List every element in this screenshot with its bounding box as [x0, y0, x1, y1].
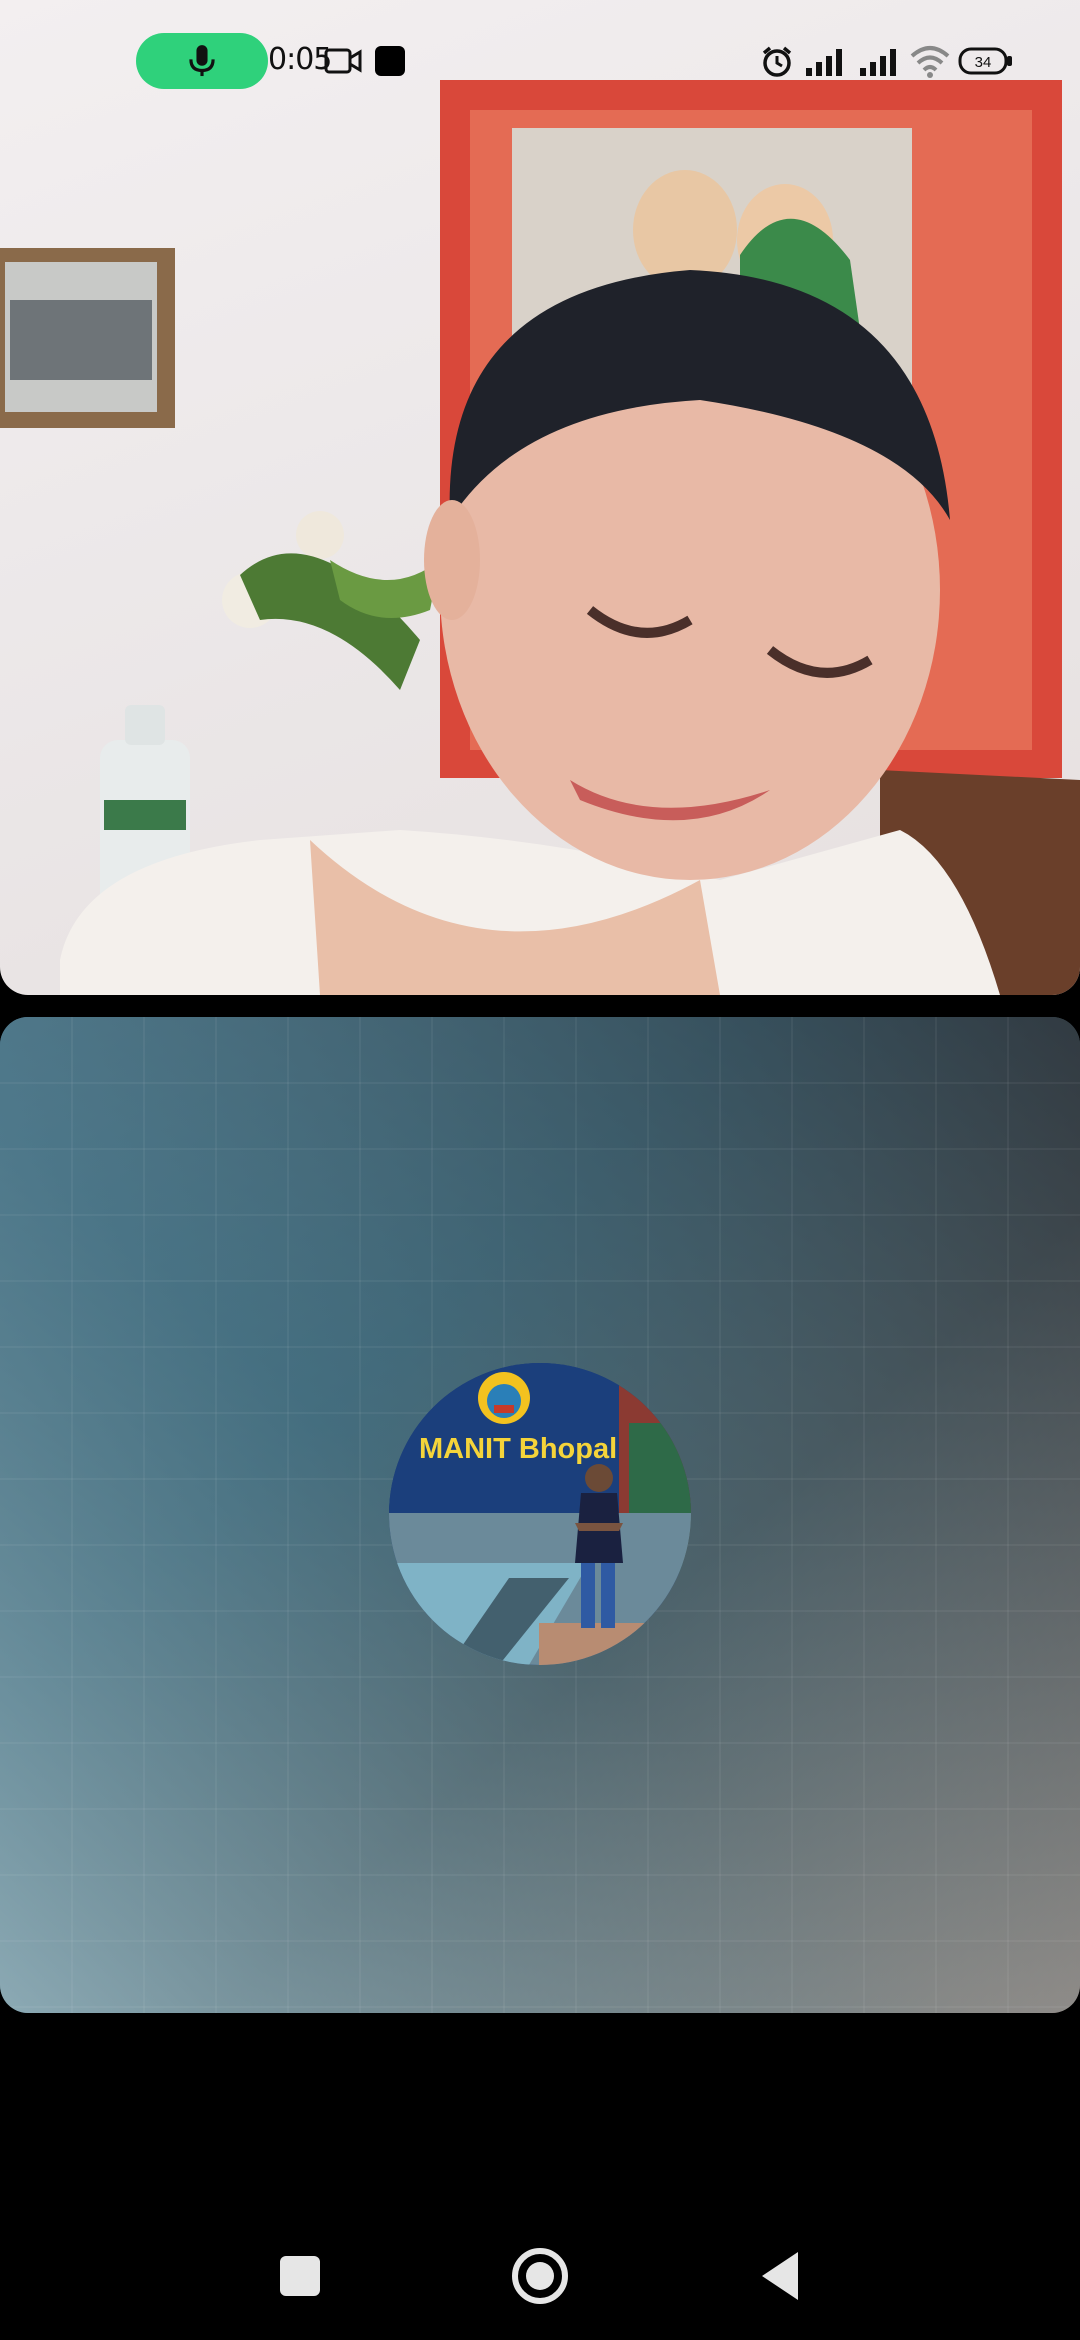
recents-square-icon[interactable]	[278, 2254, 322, 2298]
home-circle-icon[interactable]	[510, 2246, 570, 2306]
signal-icon	[806, 49, 842, 76]
flower-vase	[222, 511, 440, 690]
ongoing-call-pill[interactable]	[136, 33, 268, 89]
battery-icon: 34	[958, 47, 1012, 75]
video-camera-icon	[324, 48, 362, 74]
battery-level: 34	[975, 54, 992, 71]
self-avatar: MANIT Bhopal	[389, 1363, 691, 1665]
remote-video-feed[interactable]	[0, 0, 1080, 995]
navigation-bar	[0, 2200, 1080, 2340]
call-duration: 0:05	[268, 42, 332, 77]
avatar-caption: MANIT Bhopal	[419, 1433, 618, 1465]
signal-icon	[860, 49, 896, 76]
status-bar: 0:05 34	[0, 0, 1080, 120]
avatar-photo	[389, 1363, 691, 1665]
back-triangle-icon[interactable]	[758, 2250, 802, 2302]
microphone-icon	[189, 45, 215, 77]
remote-video-scene	[0, 80, 1080, 995]
stop-square-icon	[375, 46, 405, 76]
video-call-screen: 0:05 34 MANIT Bhopal	[0, 0, 1080, 2340]
alarm-icon	[762, 46, 792, 77]
wifi-icon	[910, 46, 950, 78]
